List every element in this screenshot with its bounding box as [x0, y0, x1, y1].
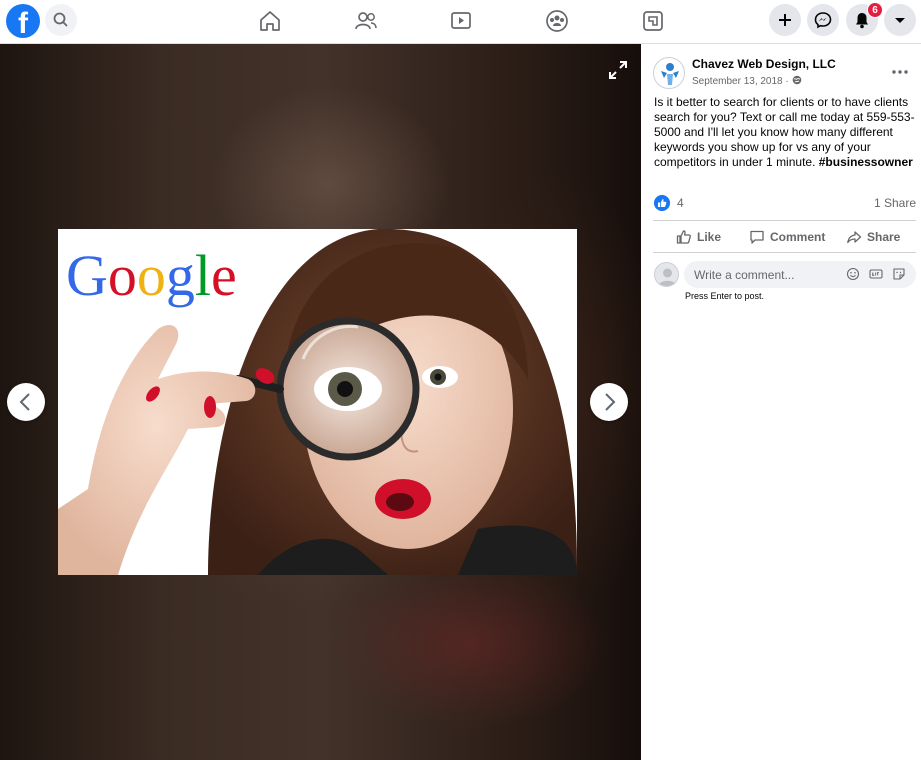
notifications-button[interactable]: 6 [846, 2, 883, 36]
like-count: 4 [677, 196, 684, 210]
share-count[interactable]: 1 Share [874, 196, 916, 210]
notification-badge: 6 [867, 2, 883, 18]
page-avatar[interactable] [653, 57, 685, 89]
account-menu-button[interactable] [884, 4, 916, 36]
nav-gaming[interactable] [638, 6, 668, 36]
home-icon [260, 11, 280, 31]
nav-friends[interactable] [351, 6, 381, 36]
photo-viewer: Google [0, 44, 641, 760]
reaction-summary[interactable]: 4 [654, 195, 684, 211]
facebook-logo[interactable]: f [6, 4, 40, 38]
hashtag-link[interactable]: #businessowner [819, 155, 913, 169]
messenger-button[interactable] [807, 4, 839, 36]
like-button[interactable]: Like [676, 229, 721, 245]
friends-icon [355, 12, 377, 30]
next-photo-button[interactable] [590, 383, 628, 421]
share-icon [847, 231, 862, 244]
top-navigation-bar: f 6 [0, 0, 921, 44]
fullscreen-button[interactable] [607, 59, 629, 81]
comment-button[interactable]: Comment [749, 229, 825, 245]
search-icon [53, 12, 68, 27]
groups-icon [546, 10, 568, 32]
chevron-left-icon [19, 393, 30, 411]
caret-down-icon [895, 18, 905, 23]
post-message: Is it better to search for clients or to… [654, 95, 916, 170]
post-date-text: September 13, 2018 · [692, 76, 792, 87]
gif-button[interactable] [869, 267, 883, 281]
plus-icon [779, 14, 791, 26]
thumbs-up-icon [676, 230, 691, 244]
google-logo-text: Google [66, 243, 237, 308]
like-reaction-icon [654, 195, 670, 211]
gaming-icon [643, 11, 663, 31]
comment-icon [750, 230, 764, 244]
like-button-label: Like [697, 230, 722, 244]
create-button[interactable] [769, 4, 801, 36]
share-button[interactable]: Share [846, 229, 900, 245]
previous-photo-button[interactable] [7, 383, 45, 421]
post-date[interactable]: September 13, 2018 · [692, 75, 802, 87]
default-avatar-icon [658, 268, 677, 286]
sticker-icon [893, 268, 905, 280]
search-button[interactable] [45, 4, 77, 36]
watch-icon [451, 12, 471, 29]
divider-bottom [653, 252, 916, 253]
post-details-panel: Chavez Web Design, LLC September 13, 201… [641, 44, 921, 760]
more-icon [892, 70, 908, 74]
emoji-button[interactable] [846, 267, 860, 281]
share-button-label: Share [867, 230, 901, 244]
user-avatar[interactable] [654, 262, 679, 287]
globe-icon [792, 75, 801, 85]
post-options-button[interactable] [892, 62, 908, 78]
comment-button-label: Comment [770, 230, 826, 244]
chevron-right-icon [605, 393, 616, 411]
page-logo-icon [661, 63, 679, 85]
sticker-button[interactable] [892, 267, 906, 281]
post-photo: Google [58, 229, 577, 575]
gif-icon [869, 269, 883, 279]
emoji-icon [846, 267, 860, 281]
divider-top [653, 220, 916, 221]
comment-hint: Press Enter to post. [685, 291, 765, 301]
expand-icon [609, 61, 627, 79]
photo-illustration: Google [58, 229, 577, 575]
facebook-logo-letter: f [18, 7, 28, 38]
messenger-icon [814, 12, 832, 29]
nav-watch[interactable] [446, 6, 476, 36]
nav-home[interactable] [255, 6, 285, 36]
nav-groups[interactable] [542, 6, 572, 36]
page-name[interactable]: Chavez Web Design, LLC [692, 57, 836, 71]
